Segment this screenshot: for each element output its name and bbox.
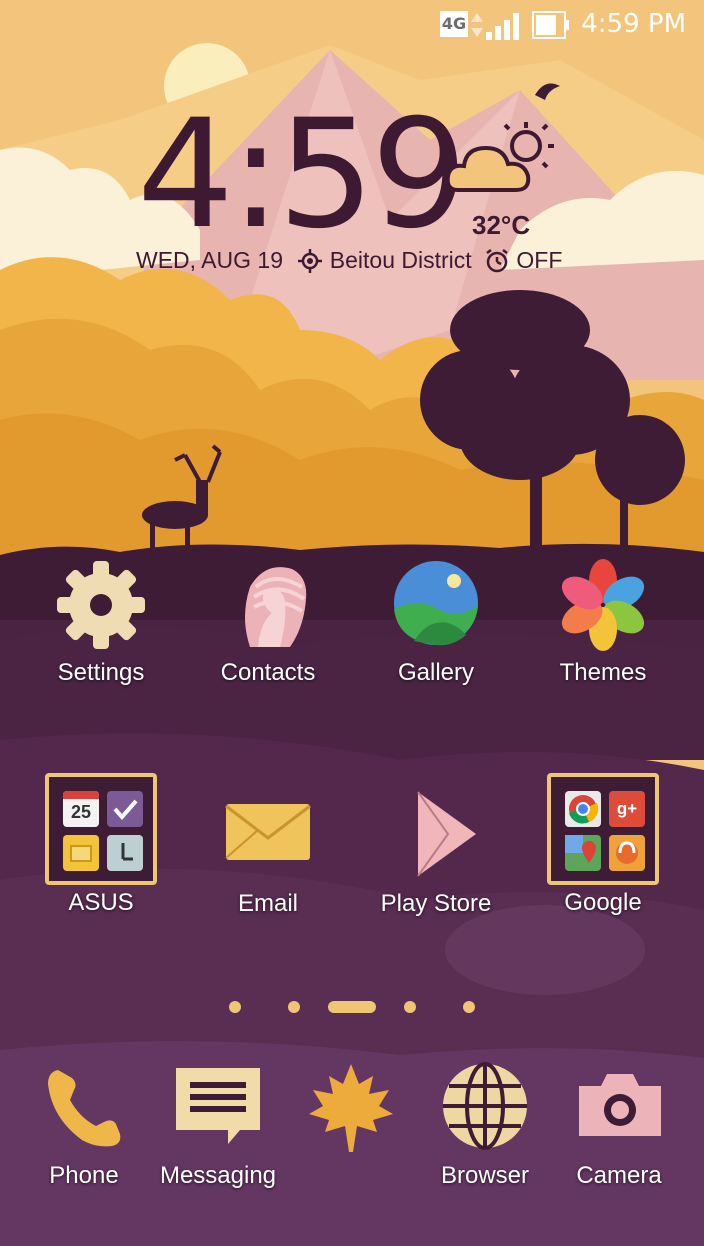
app-gallery[interactable]: Gallery bbox=[366, 557, 506, 687]
data-arrows-icon bbox=[471, 13, 483, 37]
app-label: Play Store bbox=[380, 890, 492, 917]
folder-asus[interactable]: 25 ASUS bbox=[31, 773, 171, 917]
dock-app-drawer[interactable] bbox=[281, 1060, 421, 1162]
clock-separator: : bbox=[230, 88, 282, 262]
temperature-label: 32°C bbox=[472, 210, 531, 240]
folder-label: Google bbox=[564, 889, 642, 916]
app-label: Themes bbox=[559, 659, 647, 686]
signal-strength-icon bbox=[486, 13, 519, 40]
status-time: 4:59 PM bbox=[581, 9, 686, 39]
network-type-badge: 4G bbox=[440, 11, 468, 37]
app-label: Gallery bbox=[397, 659, 475, 686]
app-label: Camera bbox=[576, 1162, 662, 1189]
page-indicator[interactable] bbox=[0, 1000, 704, 1014]
location-target-icon bbox=[298, 248, 323, 273]
date-location-row: WED, AUG 19 Beitou District OFF bbox=[136, 246, 562, 274]
clock-hour: 4 bbox=[136, 88, 234, 262]
app-label: Settings bbox=[57, 659, 145, 686]
app-label: Phone bbox=[49, 1162, 119, 1189]
battery-icon bbox=[532, 11, 569, 39]
page-dot-current[interactable] bbox=[328, 1001, 376, 1013]
phone-handset-icon bbox=[36, 1060, 132, 1156]
contacts-profile-icon bbox=[220, 557, 316, 653]
app-label: Browser bbox=[440, 1162, 530, 1189]
app-label: Contacts bbox=[220, 659, 316, 686]
page-dot[interactable] bbox=[288, 1001, 300, 1013]
play-music-icon bbox=[609, 835, 645, 871]
globe-icon bbox=[437, 1060, 533, 1156]
alarm-status-label[interactable]: OFF bbox=[516, 247, 562, 274]
folder-label: ASUS bbox=[68, 889, 134, 916]
envelope-icon bbox=[220, 788, 316, 884]
maps-pin-icon bbox=[565, 835, 601, 871]
app-label: Messaging bbox=[159, 1162, 277, 1189]
themes-petals-icon bbox=[555, 557, 651, 653]
weather-partly-cloudy-icon[interactable] bbox=[444, 118, 564, 198]
asus-folder-icon: 25 bbox=[45, 773, 157, 885]
google-folder-icon: g+ bbox=[547, 773, 659, 885]
app-contacts[interactable]: Contacts bbox=[198, 557, 338, 687]
dock-app-browser[interactable]: Browser bbox=[415, 1060, 555, 1190]
app-play-store[interactable]: Play Store bbox=[366, 788, 506, 918]
play-triangle-icon bbox=[388, 788, 484, 884]
maple-leaf-icon bbox=[303, 1060, 399, 1156]
app-label: Email bbox=[237, 890, 298, 917]
clock-minutes: 59 bbox=[277, 88, 469, 262]
clock-time[interactable]: 4:59 bbox=[137, 100, 468, 250]
calendar-day-label: 25 bbox=[70, 802, 92, 822]
message-bubble-icon bbox=[170, 1060, 266, 1156]
dock-app-phone[interactable]: Phone bbox=[14, 1060, 154, 1190]
dock-app-messaging[interactable]: Messaging bbox=[148, 1060, 288, 1190]
location-label[interactable]: Beitou District bbox=[330, 247, 472, 274]
status-bar: 4G 4:59 PM bbox=[0, 0, 704, 50]
google-plus-icon: g+ bbox=[609, 791, 645, 827]
app-settings[interactable]: Settings bbox=[31, 557, 171, 687]
camera-icon bbox=[571, 1060, 667, 1156]
gear-icon bbox=[53, 557, 149, 653]
page-dot[interactable] bbox=[404, 1001, 416, 1013]
page-dot[interactable] bbox=[229, 1001, 241, 1013]
alarm-clock-icon bbox=[486, 248, 508, 273]
calendar-icon: 25 bbox=[63, 791, 99, 827]
home-screen: 4G 4:59 PM 4:59 32°C WED, AUG 19 Beitou … bbox=[0, 0, 704, 1246]
dock-app-camera[interactable]: Camera bbox=[549, 1060, 689, 1190]
app-themes[interactable]: Themes bbox=[533, 557, 673, 687]
gallery-landscape-icon bbox=[388, 557, 484, 653]
checkmark-icon bbox=[107, 791, 143, 827]
page-dot[interactable] bbox=[463, 1001, 475, 1013]
clock-icon bbox=[107, 835, 143, 871]
chrome-icon bbox=[565, 791, 601, 827]
date-label: WED, AUG 19 bbox=[136, 247, 283, 274]
file-manager-folder-icon bbox=[63, 835, 99, 871]
app-email[interactable]: Email bbox=[198, 788, 338, 918]
folder-google[interactable]: g+ Google bbox=[533, 773, 673, 917]
